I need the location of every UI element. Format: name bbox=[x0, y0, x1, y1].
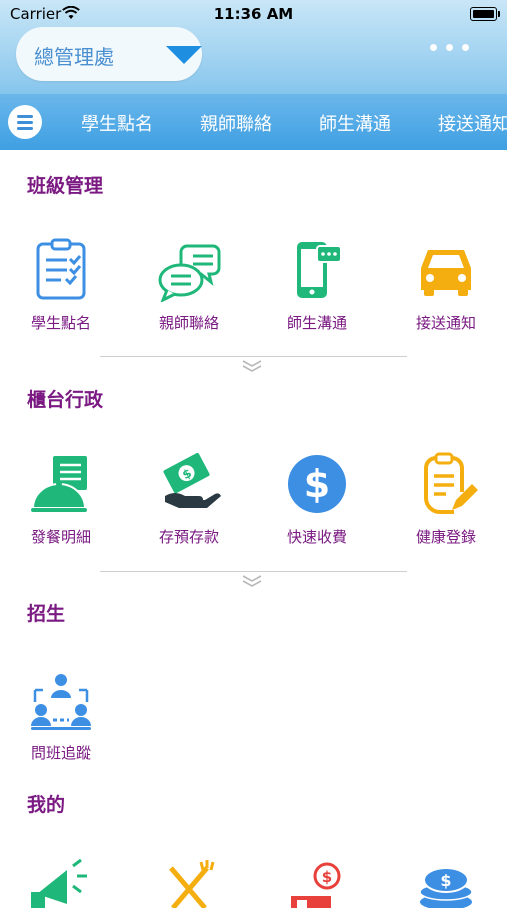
tile-health-registration[interactable]: 健康登錄 bbox=[382, 452, 507, 547]
tile-label: 快速收費 bbox=[286, 528, 347, 546]
status-bar: Carrier 11:36 AM bbox=[0, 0, 507, 28]
tile-label: 接送通知 bbox=[415, 314, 476, 332]
team-tracking-icon bbox=[31, 674, 91, 730]
svg-text:$: $ bbox=[322, 868, 332, 886]
tab-student-attendance[interactable]: 學生點名 bbox=[81, 110, 153, 136]
tile-deposit[interactable]: $ 存預存款 bbox=[125, 452, 253, 547]
tile-savings[interactable]: $ bbox=[382, 858, 507, 908]
chevron-down-icon bbox=[166, 46, 202, 64]
section-divider bbox=[100, 356, 407, 357]
meal-cloche-icon bbox=[31, 456, 87, 512]
tile-label: 健康登錄 bbox=[415, 528, 476, 546]
tile-parent-contact[interactable]: 親師聯絡 bbox=[125, 238, 253, 333]
tile-label: 師生溝通 bbox=[286, 314, 347, 332]
tile-quick-payment[interactable]: $ 快速收費 bbox=[253, 452, 381, 547]
section-title-enrollment: 招生 bbox=[27, 603, 66, 625]
chevron-down-icon[interactable] bbox=[241, 574, 263, 588]
tab-pickup-notice[interactable]: 接送通知 bbox=[438, 110, 507, 136]
tile-fees[interactable]: $ bbox=[253, 858, 381, 908]
coin-stack-icon: $ bbox=[419, 867, 473, 908]
money-ticket-icon: $ bbox=[291, 862, 341, 908]
megaphone-icon bbox=[31, 858, 87, 908]
tile-label: 學生點名 bbox=[30, 314, 91, 332]
section-title-class-management: 班級管理 bbox=[27, 175, 104, 197]
tab-parent-contact[interactable]: 親師聯絡 bbox=[200, 110, 272, 136]
car-icon bbox=[421, 250, 471, 296]
tile-announcement[interactable] bbox=[0, 858, 125, 908]
tile-meal-details[interactable]: 發餐明細 bbox=[0, 452, 125, 547]
svg-text:$: $ bbox=[304, 462, 330, 506]
battery-icon bbox=[470, 7, 500, 21]
organization-name: 總管理處 bbox=[34, 45, 114, 69]
section-divider bbox=[100, 571, 407, 572]
section-title-mine: 我的 bbox=[27, 794, 66, 816]
health-clipboard-icon bbox=[424, 452, 478, 514]
cash-hand-icon: $ bbox=[163, 452, 221, 508]
tile-teacher-student[interactable]: 師生溝通 bbox=[253, 238, 381, 333]
quick-tab-bar: 學生點名 親師聯絡 師生溝通 接送通知 bbox=[0, 94, 507, 150]
menu-icon[interactable] bbox=[8, 105, 42, 139]
chevron-down-icon[interactable] bbox=[241, 359, 263, 373]
section-title-front-desk: 櫃台行政 bbox=[27, 389, 104, 411]
tab-teacher-student[interactable]: 師生溝通 bbox=[319, 110, 391, 136]
fork-knife-icon bbox=[169, 860, 215, 908]
phone-message-icon bbox=[297, 242, 342, 298]
tile-label: 問班追蹤 bbox=[30, 744, 91, 762]
tile-student-attendance[interactable]: 學生點名 bbox=[0, 238, 125, 333]
organization-selector[interactable]: 總管理處 bbox=[16, 27, 202, 81]
dollar-coin-icon: $ bbox=[288, 455, 346, 513]
tile-pickup-notice[interactable]: 接送通知 bbox=[382, 238, 507, 333]
tile-meals[interactable] bbox=[125, 858, 253, 908]
clock: 11:36 AM bbox=[213, 5, 294, 23]
tile-inquiry-tracking[interactable]: 問班追蹤 bbox=[0, 668, 125, 763]
tile-label: 存預存款 bbox=[158, 528, 219, 546]
app-header: Carrier 11:36 AM 總管理處 學生點名 親師聯絡 師生溝通 接送通… bbox=[0, 0, 507, 150]
tile-label: 親師聯絡 bbox=[158, 314, 219, 332]
tile-label: 發餐明細 bbox=[30, 528, 91, 546]
svg-text:$: $ bbox=[440, 871, 451, 890]
more-options-icon[interactable] bbox=[428, 40, 472, 54]
clipboard-checklist-icon bbox=[36, 238, 86, 300]
chat-bubbles-icon bbox=[158, 244, 221, 302]
